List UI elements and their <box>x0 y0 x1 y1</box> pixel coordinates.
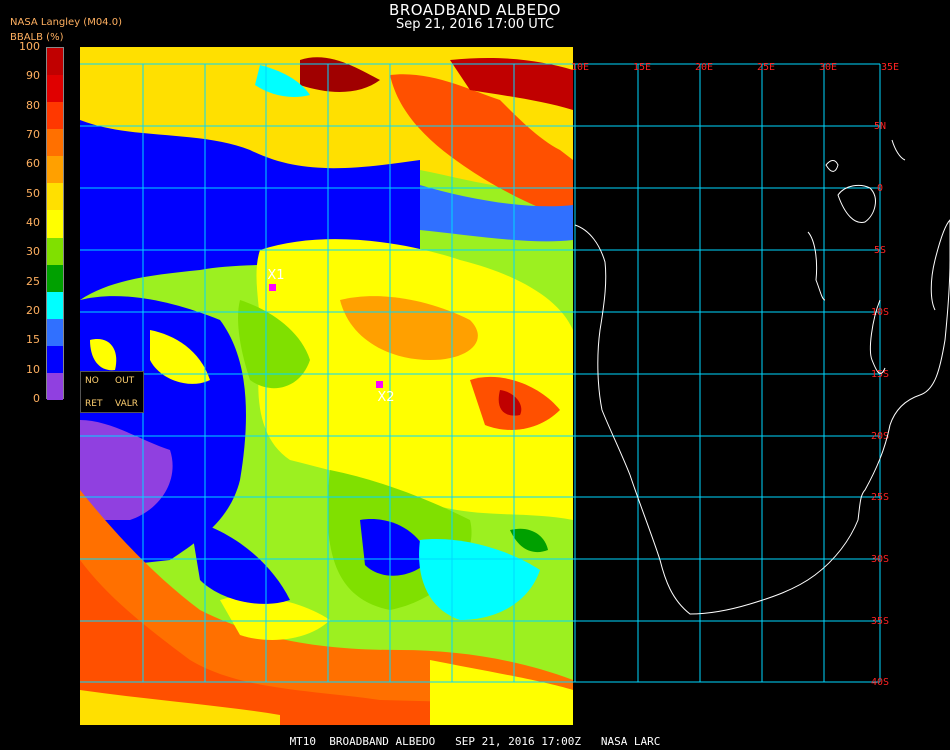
latitude-label: 15S <box>871 369 889 380</box>
latitude-label: 0 <box>877 183 883 194</box>
latitude-label: 30S <box>871 554 889 565</box>
control-panel: NO OUT RET VALR <box>80 371 144 413</box>
valr-button[interactable]: VALR <box>115 399 138 409</box>
latitude-label: 5N <box>874 121 886 132</box>
longitude-label: 25E <box>757 62 775 73</box>
marker-label: X1 <box>267 268 284 283</box>
longitude-label: 15E <box>633 62 651 73</box>
ret-button[interactable]: RET <box>85 399 102 409</box>
latitude-label: 5S <box>874 245 886 256</box>
latitude-label: 10S <box>871 307 889 318</box>
footer-caption: MT10 BROADBAND ALBEDO SEP 21, 2016 17:00… <box>289 735 661 748</box>
marker-label: X2 <box>377 390 394 405</box>
latitude-label: 40S <box>871 677 889 688</box>
latitude-label: 35S <box>871 616 889 627</box>
longitude-label: 30E <box>819 62 837 73</box>
marker-square[interactable] <box>376 381 383 388</box>
out-button[interactable]: OUT <box>115 376 134 386</box>
longitude-label: 35E <box>881 62 899 73</box>
longitude-label: 20E <box>695 62 713 73</box>
longitude-label: 10E <box>571 62 589 73</box>
latitude-label: 25S <box>871 492 889 503</box>
no-button[interactable]: NO <box>85 376 99 386</box>
cloud-texture <box>80 47 573 725</box>
marker-square[interactable] <box>269 284 276 291</box>
